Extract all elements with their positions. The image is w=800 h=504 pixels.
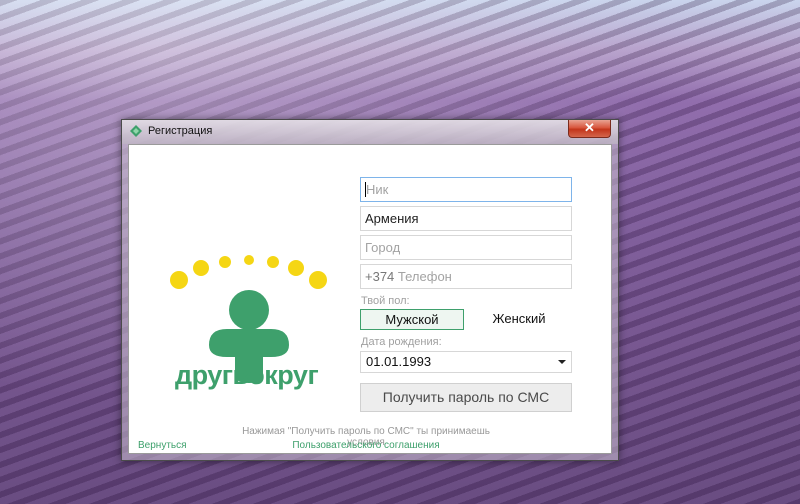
birthdate-label: Дата рождения: [361,336,442,348]
country-value: Армения [365,211,419,226]
dropdown-arrow-icon [558,360,566,364]
brand-name: другвокруг [175,360,319,390]
app-diamond-icon [130,125,142,137]
phone-input[interactable]: +374 Телефон [360,264,572,289]
close-button[interactable]: ✕ [568,120,611,138]
phone-prefix: +374 [365,269,395,284]
country-field[interactable]: Армения [360,206,572,231]
gender-male-button[interactable]: Мужской [360,309,464,330]
birthdate-value: 01.01.1993 [366,354,432,369]
gender-label: Твой пол: [361,295,410,307]
window-title: Регистрация [148,125,213,137]
birthdate-select[interactable]: 01.01.1993 [360,351,572,373]
title-bar[interactable]: Регистрация ✕ [122,120,618,144]
nick-input[interactable]: Ник [360,177,572,202]
registration-window: Регистрация ✕ другвокруг Ник Армения Гор… [121,119,619,461]
close-icon: ✕ [584,120,595,135]
city-input[interactable]: Город [360,235,572,260]
back-link[interactable]: Вернуться [138,440,187,451]
phone-placeholder: Телефон [397,269,452,284]
terms-link[interactable]: Пользовательского соглашения [226,440,506,451]
gender-female-button[interactable]: Женский [467,309,571,330]
dialog-body: другвокруг Ник Армения Город +374 Телефо… [128,144,612,454]
nick-placeholder: Ник [366,182,389,197]
city-placeholder: Город [365,240,401,255]
get-sms-password-button[interactable]: Получить пароль по СМС [360,383,572,412]
